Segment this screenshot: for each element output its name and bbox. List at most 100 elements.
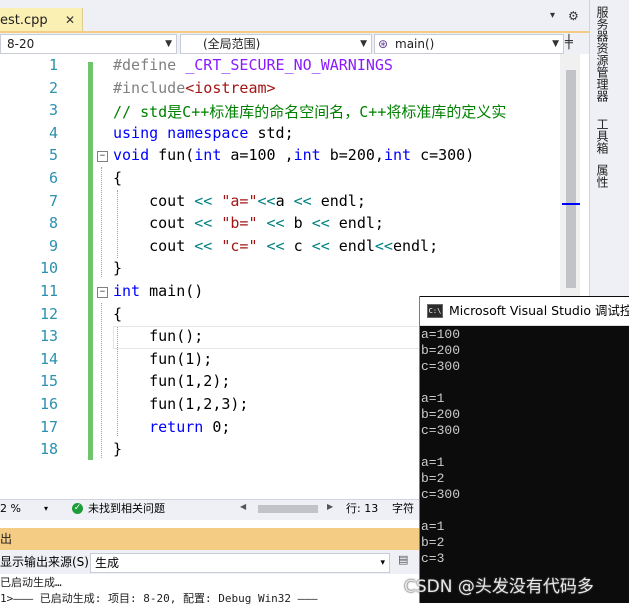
code-token: } [113,440,123,459]
code-line: #define _CRT_SECURE_NO_WARNINGS [113,56,393,74]
console-output-line: c=300 [421,359,461,374]
console-output-line: b=2 [421,535,445,550]
code-token: return [113,417,213,436]
zoom-combo[interactable]: 2 % ▾ [0,499,56,519]
line-number: 13 [39,327,58,346]
watermark: CSDN @头发没有代码多 [404,577,594,597]
tab-list-dropdown-icon[interactable]: ▾ [550,10,555,21]
code-line: { [113,305,122,323]
output-action-icon[interactable]: ▤ [398,553,418,571]
code-line: #include<iostream> [113,79,276,97]
output-line: 已启动生成… [0,576,62,589]
code-token: int [194,146,231,165]
horizontal-scroll-thumb[interactable] [258,505,318,513]
fold-guide [101,167,102,277]
code-token: << [194,236,222,255]
console-output-line: c=300 [421,487,461,502]
output-panel-title: 出 [0,528,420,550]
code-token: "b=" [221,214,267,233]
code-token: << [293,191,321,210]
line-number: 2 [48,78,58,97]
code-line: } [113,259,122,277]
navigation-bar: 8-20 ▼ (全局范围) ▼ ⊛ main() ▼ [0,33,589,55]
code-line: fun(1); [113,350,212,368]
code-token: int [113,282,150,300]
line-number: 12 [39,304,58,323]
code-token: a=100 , [230,146,294,165]
split-editor-icon[interactable]: ╪ [565,35,573,50]
side-tab-properties[interactable]: 属性 [591,164,611,188]
code-token: a [275,191,294,210]
code-token: << [194,214,222,233]
check-icon: ✓ [72,503,83,514]
console-output-line: a=1 [421,391,445,406]
scroll-right-icon[interactable]: ▶ [327,502,333,511]
function-combo[interactable]: ⊛ main() ▼ [374,34,564,54]
code-token: << [374,236,393,255]
code-token: int [383,146,421,165]
console-output-line: c=3 [421,551,445,566]
scope-combo-value: (全局范围) [203,37,261,51]
char-indicator: 字符 [392,502,414,515]
project-combo[interactable]: 8-20 ▼ [0,34,177,54]
line-number: 1 [48,56,58,74]
console-output-line: a=1 [421,519,445,534]
line-number: 11 [39,282,58,300]
code-token: << [266,236,294,255]
issue-status-text[interactable]: 未找到相关问题 [88,499,165,519]
code-token: b=200, [329,146,384,165]
code-token: std; [257,123,294,142]
document-tab-bar [0,0,589,33]
line-number: 7 [48,191,58,210]
chevron-down-icon: ▼ [552,39,559,49]
code-token: void [113,146,159,165]
code-token: // std是C++标准库的命名空间名，C++将标准库的定义实 [113,103,507,122]
scrollbar-caret-marker [562,203,580,205]
console-app-icon: C:\ [427,304,443,318]
code-token: c=300) [420,146,475,165]
debug-console-titlebar[interactable]: Microsoft Visual Studio 调试控制台 [420,297,629,326]
output-line: 1>——— 已启动生成: 项目: 8-20, 配置: Debug Win32 —… [0,592,318,605]
line-number: 8 [48,214,58,233]
line-number: 5 [48,146,58,165]
fold-guide [101,303,102,458]
scroll-left-icon[interactable]: ◀ [240,502,246,511]
code-token: "a=" [221,191,258,210]
code-token: fun(1); [113,349,213,368]
code-token: <iostream> [185,78,276,97]
file-tab[interactable]: est.cpp ✕ [0,8,83,33]
side-tab-server-explorer[interactable]: 服务器资源管理器 [591,6,611,102]
line-number: 16 [39,395,58,413]
code-line: void fun(int a=100 ,int b=200,int c=300) [113,146,474,164]
chevron-down-icon: ▾ [44,504,49,513]
line-number: 17 [39,417,58,436]
code-token: } [113,259,123,278]
side-tab-toolbox[interactable]: 工具箱 [591,118,611,154]
code-token: fun(); [113,327,204,346]
code-token: 0; [212,417,231,436]
code-token: << [311,236,339,255]
gear-icon[interactable]: ⚙ [568,9,579,23]
row-indicator: 行: 13 [346,502,379,515]
code-token: fun(1,2); [113,372,231,391]
debug-console-title: Microsoft Visual Studio 调试控制台 [449,303,629,318]
code-token: fun( [158,146,195,165]
cube-icon: ⊛ [378,37,389,51]
code-token: << [194,191,222,210]
code-token: cout [113,191,195,210]
code-token: #include [113,78,186,97]
output-text-area[interactable]: 已启动生成… 1>——— 已启动生成: 项目: 8-20, 配置: Debug … [0,574,420,605]
line-number: 18 [39,440,58,459]
scrollbar-thumb[interactable] [566,70,576,288]
code-token: cout [113,214,195,233]
change-tracking-bar [88,62,93,460]
output-source-value: 生成 [95,556,120,570]
close-icon[interactable]: ✕ [65,8,75,33]
fold-toggle-icon[interactable]: − [97,151,108,162]
code-line: fun(1,2,3); [113,395,248,413]
fold-toggle-icon[interactable]: − [97,287,108,298]
code-line: { [113,169,122,187]
output-source-combo[interactable]: 生成 ▾ [90,553,390,573]
console-output-line: b=200 [421,407,461,422]
scope-combo[interactable]: (全局范围) ▼ [180,34,372,54]
